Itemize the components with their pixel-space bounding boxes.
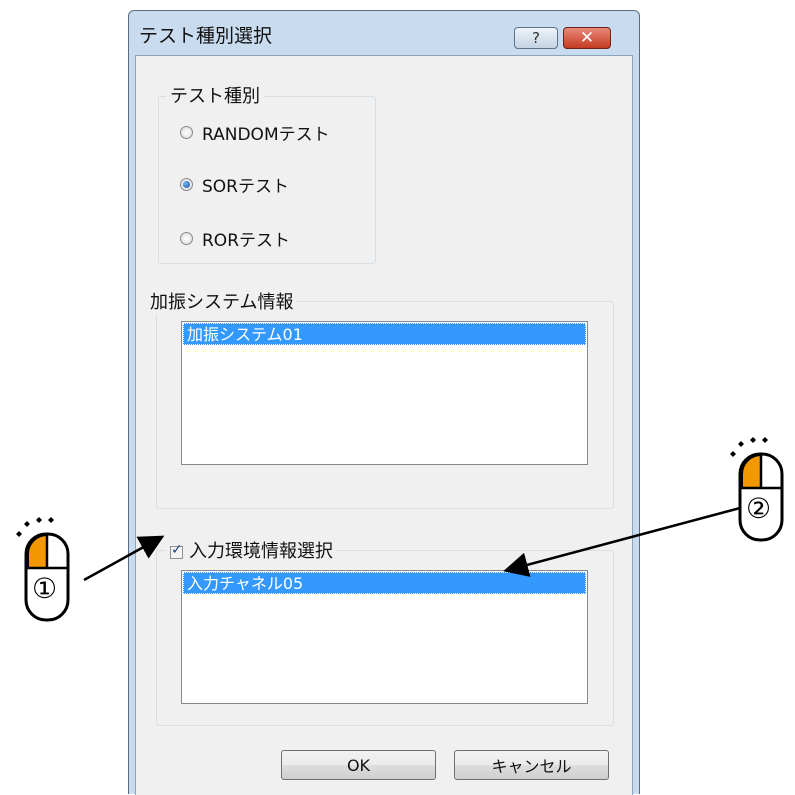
radio-random-label: RANDOMテスト	[202, 125, 330, 145]
title-bar: テスト種別選択 ? ✕	[129, 11, 639, 55]
radio-sor-button[interactable]	[180, 178, 193, 191]
input-env-checkbox-label[interactable]: 入力環境情報選択	[189, 541, 333, 562]
help-button[interactable]: ?	[514, 27, 558, 49]
question-icon: ?	[532, 29, 540, 47]
dialog-title: テスト種別選択	[139, 25, 273, 47]
excitation-list-item[interactable]: 加振システム01	[183, 323, 586, 345]
cancel-button-label: キャンセル	[491, 757, 572, 776]
radio-sor-label: SORテスト	[202, 177, 289, 197]
radio-ror-button[interactable]	[180, 232, 193, 245]
radio-random[interactable]: RANDOMテスト	[180, 120, 330, 145]
mouse-left-click-icon: ①	[16, 517, 72, 622]
step-2-label: ②	[746, 492, 772, 525]
radio-sor[interactable]: SORテスト	[180, 172, 289, 197]
close-button[interactable]: ✕	[563, 27, 611, 49]
radio-ror-label: RORテスト	[202, 231, 291, 251]
input-env-list-item[interactable]: 入力チャネル05	[183, 572, 586, 594]
input-env-checkbox[interactable]	[170, 542, 183, 559]
mouse-left-click-icon-2: ②	[730, 437, 786, 542]
input-env-listbox[interactable]: 入力チャネル05	[181, 570, 588, 704]
cancel-button[interactable]: キャンセル	[454, 750, 609, 780]
test-type-legend: テスト種別	[166, 82, 264, 108]
step-1-label: ①	[32, 572, 58, 605]
radio-random-button[interactable]	[180, 126, 193, 139]
ok-button[interactable]: OK	[281, 750, 436, 780]
ok-button-label: OK	[346, 755, 371, 775]
excitation-legend: 加振システム情報	[146, 288, 298, 314]
test-type-dialog: テスト種別選択 ? ✕ テスト種別 RANDOMテスト SORテスト RORテス…	[128, 10, 640, 795]
excitation-listbox[interactable]: 加振システム01	[181, 321, 588, 465]
dialog-body: テスト種別 RANDOMテスト SORテスト RORテスト 加振システム情報 加…	[135, 55, 633, 795]
close-icon: ✕	[579, 28, 595, 48]
radio-ror[interactable]: RORテスト	[180, 226, 290, 251]
input-env-legend: 入力環境情報選択	[166, 537, 337, 563]
